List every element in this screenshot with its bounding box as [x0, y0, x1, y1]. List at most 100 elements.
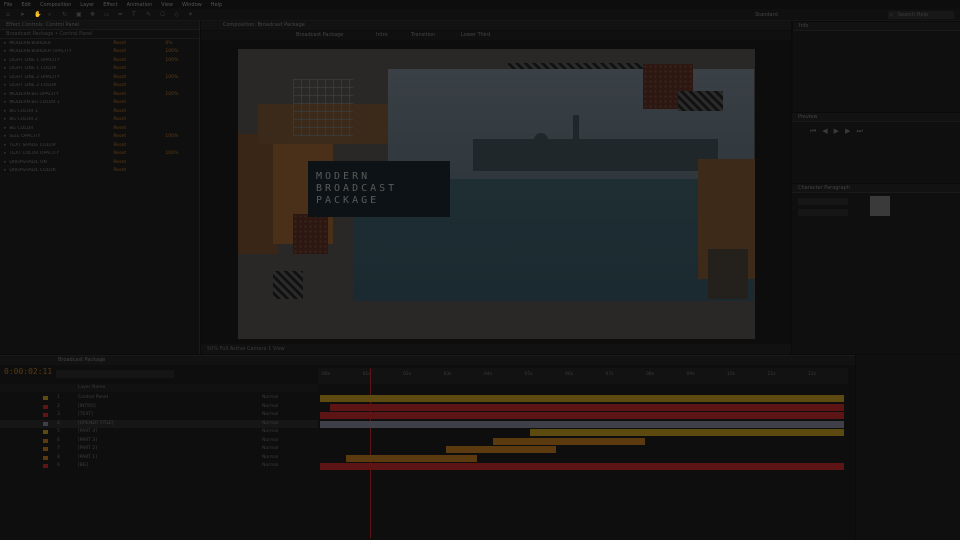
layer-row[interactable]: 8 [PART 1] Normal — [0, 454, 318, 462]
expand-triangle-icon[interactable]: ▸ — [4, 151, 6, 156]
expand-triangle-icon[interactable]: ▸ — [4, 126, 6, 131]
effect-control-row[interactable]: ▸ TEXT SHADE COLOR Reset — [0, 141, 199, 150]
expand-triangle-icon[interactable]: ▸ — [4, 109, 6, 114]
composition-canvas[interactable]: MODERN BROADCAST PACKAGE — [238, 49, 755, 339]
hand-tool-icon[interactable]: ✋ — [34, 12, 41, 18]
time-ruler[interactable]: 00s 01s 02s 03s 04s 05s 06s 07s 08s 09s 10s 11s 12s — [318, 368, 848, 384]
layer-duration-bar[interactable] — [529, 429, 844, 436]
fill-color-swatch[interactable] — [870, 196, 890, 216]
effect-control-row[interactable]: ▸ LIGHT LINE 2 OPACITY Reset 100% — [0, 73, 199, 82]
control-value[interactable]: 100% — [165, 92, 178, 97]
control-value[interactable]: 100% — [165, 49, 178, 54]
expand-triangle-icon[interactable]: ▸ — [4, 143, 6, 148]
character-tab[interactable]: Character Paragraph — [792, 184, 960, 193]
menu-help[interactable]: Help — [211, 2, 222, 8]
menu-view[interactable]: View — [161, 2, 173, 8]
zoom-tool-icon[interactable]: ⌕ — [48, 12, 54, 18]
control-value[interactable]: 0% — [165, 41, 172, 46]
control-value[interactable]: 100% — [165, 75, 178, 80]
camera-tool-icon[interactable]: ▣ — [76, 12, 82, 18]
layer-name[interactable]: [PART 1] — [78, 454, 97, 462]
effect-control-row[interactable]: ▸ LIGHT LINE 1 COLOR Reset — [0, 65, 199, 74]
home-icon[interactable]: ⌂ — [6, 12, 12, 18]
layer-row[interactable]: 3 [TEXT] Normal — [0, 411, 318, 419]
blend-mode-select[interactable]: Normal — [262, 420, 278, 428]
blend-mode-select[interactable]: Normal — [262, 428, 278, 436]
layer-duration-bar[interactable] — [320, 463, 844, 470]
selection-tool-icon[interactable]: ➤ — [20, 12, 26, 18]
control-reset-link[interactable]: Reset — [113, 49, 165, 54]
effect-control-row[interactable]: ▸ TEXT COLOR OPACITY Reset 100% — [0, 150, 199, 159]
effect-control-row[interactable]: ▸ DROPSHADE ON Reset — [0, 158, 199, 167]
composition-tab[interactable]: Composition: Broadcast Package — [201, 21, 791, 30]
effect-control-row[interactable]: ▸ MODERN BORDER OPACITY Reset 100% — [0, 48, 199, 57]
effect-control-row[interactable]: ▸ BG COLOR Reset — [0, 124, 199, 133]
control-reset-link[interactable]: Reset — [113, 134, 165, 139]
control-reset-link[interactable]: Reset — [113, 143, 165, 148]
expand-triangle-icon[interactable]: ▸ — [4, 83, 6, 88]
layer-row[interactable]: 9 [BG] Normal — [0, 462, 318, 470]
rotate-tool-icon[interactable]: ↻ — [62, 12, 68, 18]
menu-animation[interactable]: Animation — [127, 2, 153, 8]
subtab-intro[interactable]: Intro — [376, 31, 388, 40]
effect-control-row[interactable]: ▸ LIGHT LINE 2 COLOR Reset — [0, 82, 199, 91]
layer-duration-bar[interactable] — [445, 446, 556, 453]
expand-triangle-icon[interactable]: ▸ — [4, 160, 6, 165]
control-value[interactable]: 100% — [165, 134, 178, 139]
menu-window[interactable]: Window — [182, 2, 202, 8]
label-color-icon[interactable] — [43, 404, 48, 409]
timeline-tab[interactable]: Broadcast Package — [0, 356, 855, 365]
control-reset-link[interactable]: Reset — [113, 83, 165, 88]
layer-name[interactable]: [PART 3] — [78, 437, 97, 445]
effect-control-row[interactable]: ▸ MODERN BG COLOR 1 Reset — [0, 99, 199, 108]
effect-controls-tab[interactable]: Effect Controls: Control Panel — [0, 21, 199, 30]
font-style-field[interactable] — [798, 209, 848, 216]
layer-duration-bar[interactable] — [320, 412, 844, 419]
layer-name[interactable]: [INTRO] — [78, 403, 96, 411]
blend-mode-select[interactable]: Normal — [262, 437, 278, 445]
brush-tool-icon[interactable]: ✎ — [146, 12, 152, 18]
layer-row[interactable]: 7 [PART 2] Normal — [0, 445, 318, 453]
subtab-transition[interactable]: Transition — [411, 31, 435, 40]
label-color-icon[interactable] — [43, 438, 48, 443]
pan-tool-icon[interactable]: ✥ — [90, 12, 96, 18]
font-family-field[interactable] — [798, 198, 848, 205]
label-color-icon[interactable] — [43, 455, 48, 460]
expand-triangle-icon[interactable]: ▸ — [4, 49, 6, 54]
playback-controls[interactable]: ⏮◀▶▶⏭ — [810, 127, 869, 136]
control-reset-link[interactable]: Reset — [113, 160, 165, 165]
layer-name[interactable]: [PART 2] — [78, 445, 97, 453]
label-color-icon[interactable] — [43, 447, 48, 451]
blend-mode-select[interactable]: Normal — [262, 445, 278, 453]
label-color-icon[interactable] — [43, 421, 48, 426]
expand-triangle-icon[interactable]: ▸ — [4, 75, 6, 80]
effect-control-row[interactable]: ▸ SIZE OPACITY Reset 100% — [0, 133, 199, 142]
mask-tool-icon[interactable]: ▭ — [104, 12, 110, 18]
subtab-lower-third[interactable]: Lower Third — [461, 31, 490, 40]
control-reset-link[interactable]: Reset — [113, 151, 165, 156]
info-tab[interactable]: Info — [793, 22, 960, 31]
layer-name[interactable]: Control Panel — [78, 394, 108, 402]
pen-tool-icon[interactable]: ✒ — [118, 12, 124, 18]
layer-duration-bar[interactable] — [330, 403, 844, 411]
blend-mode-select[interactable]: Normal — [262, 394, 278, 402]
label-color-icon[interactable] — [43, 413, 48, 417]
puppet-tool-icon[interactable]: ✶ — [188, 12, 194, 18]
effect-control-row[interactable]: ▸ BG COLOR 2 Reset — [0, 116, 199, 125]
menu-composition[interactable]: Composition — [40, 2, 71, 8]
menu-layer[interactable]: Layer — [80, 2, 94, 8]
control-value[interactable]: 100% — [165, 151, 178, 156]
subtab-broadcast-package[interactable]: Broadcast Package — [296, 31, 343, 40]
layer-row[interactable]: 2 [INTRO] Normal — [0, 403, 318, 411]
layer-name[interactable]: [PART 4] — [78, 428, 97, 436]
effect-control-row[interactable]: ▸ MODERN BG OPACITY Reset 100% — [0, 90, 199, 99]
blend-mode-select[interactable]: Normal — [262, 411, 278, 419]
blend-mode-select[interactable]: Normal — [262, 403, 278, 411]
control-reset-link[interactable]: Reset — [113, 41, 165, 46]
layer-row[interactable]: 1 Control Panel Normal — [0, 394, 318, 402]
control-reset-link[interactable]: Reset — [113, 126, 165, 131]
viewer-status-bar[interactable]: 50% Full Active Camera 1 View — [201, 344, 791, 354]
layer-search-input[interactable] — [56, 370, 174, 378]
effect-control-row[interactable]: ▸ BG COLOR 1 Reset — [0, 107, 199, 116]
layer-name[interactable]: [BG] — [78, 462, 88, 470]
